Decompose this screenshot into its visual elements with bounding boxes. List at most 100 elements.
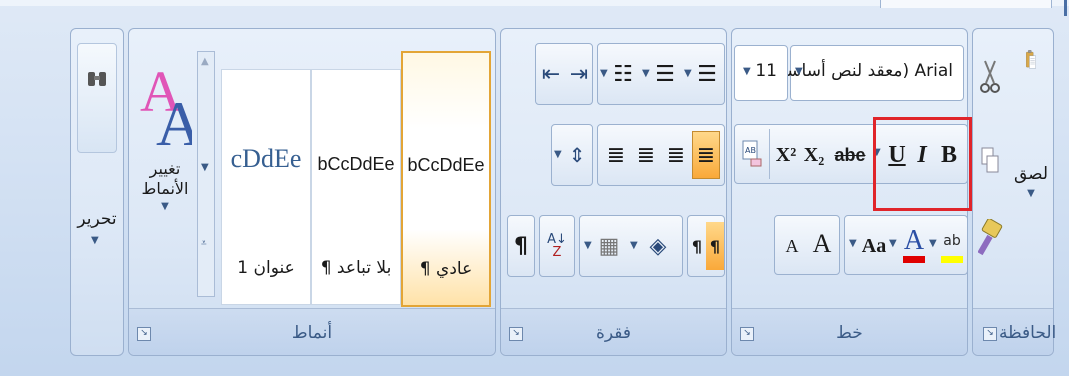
font-name-combo[interactable]: معقد لنص أساسي) Arial ▼ [773, 45, 964, 101]
highlight-button[interactable]: ab [939, 220, 965, 268]
font-footer: خط ↘ [732, 308, 967, 355]
line-spacing-icon[interactable]: ⇕ [564, 133, 590, 177]
decrease-indent-icon[interactable]: ⇤ [538, 52, 564, 96]
borders-dropdown-icon[interactable]: ▼ [584, 240, 592, 251]
align-left-icon[interactable]: ≣ [692, 131, 720, 179]
styles-scrollbar[interactable]: ▲ ▼ ⩡ [197, 51, 215, 297]
shading-icon[interactable]: ◈ [642, 224, 674, 268]
format-painter-icon[interactable] [977, 217, 1005, 261]
change-styles-label: تغيير الأنماط [141, 159, 189, 198]
borders-icon[interactable]: ▦ [594, 224, 624, 268]
case-color-box: ▼ Aa ▼ A ▼ ab [844, 215, 968, 275]
style-sample-no-spacing: bCcDdEe [317, 154, 395, 174]
shrink-font-button[interactable]: A [779, 226, 805, 266]
align-right-icon[interactable]: ≣ [632, 131, 660, 179]
superscript-button[interactable]: X² [773, 135, 799, 175]
window-edge [1064, 0, 1067, 16]
paragraph-footer: فقرة ↘ [501, 308, 726, 355]
styles-launcher-icon[interactable]: ↘ [137, 327, 151, 341]
sort-z-glyph: Z [552, 245, 562, 260]
style-name-normal: ¶ عادي [419, 259, 473, 279]
lists-box: ▼ ☷ ▼ ☰ ▼ ☰ [597, 43, 725, 105]
numbering-icon[interactable]: ☰ [652, 52, 678, 96]
ribbon-top [0, 0, 1069, 8]
case-dropdown-icon[interactable]: ▼ [849, 238, 857, 249]
style-tile-heading1[interactable]: cDdEe عنوان 1 [221, 69, 311, 305]
clear-formatting-icon[interactable]: AB [739, 133, 765, 175]
rtl-direction-icon[interactable]: ¶ [706, 222, 724, 270]
bullets-icon[interactable]: ☰ [694, 52, 720, 96]
font-size-value: 11 [755, 61, 777, 81]
copy-icon[interactable] [977, 141, 1003, 181]
svg-text:AB: AB [745, 146, 756, 155]
find-button[interactable] [77, 43, 117, 153]
font-name-dropdown-icon[interactable]: ▼ [795, 66, 803, 77]
editing-dropdown-icon[interactable]: ▼ [91, 235, 99, 246]
paste-dropdown-icon[interactable]: ▼ [1027, 188, 1035, 199]
paste-label: لصق [1013, 164, 1049, 184]
ltr-direction-icon[interactable]: ¶ [688, 222, 706, 270]
bullets-dropdown-icon[interactable]: ▼ [684, 68, 692, 79]
strikethrough-button[interactable]: abe [831, 135, 869, 175]
sort-icon[interactable]: A↓ Z [542, 224, 572, 268]
show-marks-box: ¶ [507, 215, 535, 277]
change-styles-icon: A A [140, 59, 192, 149]
font-color-dropdown-icon[interactable]: ▼ [889, 238, 897, 249]
style-tile-no-spacing[interactable]: bCcDdEe ¶ بلا تباعد [311, 69, 401, 305]
scroll-up-icon[interactable]: ▲ [201, 56, 209, 67]
change-styles-dropdown-icon[interactable]: ▼ [161, 201, 169, 212]
ribbon-tab-edge [880, 0, 1052, 8]
numbering-dropdown-icon[interactable]: ▼ [642, 68, 650, 79]
styles-group: أنماط ↘ A A تغيير الأنماط ▼ ▲ ▼ ⩡ cDdEe … [128, 28, 496, 356]
binoculars-icon [88, 72, 106, 86]
font-size-combo[interactable]: 11 ▼ [734, 45, 788, 101]
grow-font-button[interactable]: A [807, 222, 837, 266]
indent-box: ⇤ ⇥ [535, 43, 593, 105]
shading-dropdown-icon[interactable]: ▼ [630, 240, 638, 251]
show-formatting-marks-icon[interactable]: ¶ [508, 224, 534, 268]
cut-icon[interactable] [977, 57, 1003, 97]
clipboard-paste-icon [1026, 50, 1036, 69]
multilevel-list-icon[interactable]: ☷ [610, 52, 636, 96]
clipboard-group: الحافظة ↘ لصق ▼ [972, 28, 1057, 356]
styles-group-label: أنماط [291, 323, 333, 343]
change-case-button[interactable]: Aa [859, 226, 889, 266]
ribbon: الحافظة ↘ لصق ▼ خط ↘ معقد لنص أساسي) Ari… [0, 0, 1069, 376]
gallery-more-icon[interactable]: ⩡ [201, 238, 207, 249]
font-color-button[interactable]: A [901, 220, 927, 268]
justify-icon[interactable]: ≣ [602, 131, 630, 179]
style-tile-normal[interactable]: bCcDdEe ¶ عادي [401, 51, 491, 307]
multilevel-list-dropdown-icon[interactable]: ▼ [600, 68, 608, 79]
scroll-down-icon[interactable]: ▼ [201, 162, 209, 173]
font-color-bar [903, 255, 925, 263]
paste-button[interactable]: لصق ▼ [1013, 49, 1049, 199]
font-group-label: خط [836, 323, 863, 343]
highlight-color-bar [941, 255, 963, 263]
borders-shading-box: ▼ ▦ ▼ ◈ [579, 215, 683, 277]
increase-indent-icon[interactable]: ⇥ [566, 52, 592, 96]
style-sample-heading1: cDdEe [230, 144, 302, 173]
paragraph-group-label: فقرة [595, 323, 631, 343]
sort-box: A↓ Z [539, 215, 575, 277]
highlight-glyph: ab [943, 232, 961, 249]
clipboard-footer: الحافظة ↘ [973, 308, 1057, 355]
clipboard-launcher-icon[interactable]: ↘ [983, 327, 997, 341]
font-launcher-icon[interactable]: ↘ [740, 327, 754, 341]
highlight-dropdown-icon[interactable]: ▼ [929, 238, 937, 249]
editing-label: تحرير [77, 209, 117, 229]
paragraph-group: فقرة ↘ ⇤ ⇥ ▼ ☷ ▼ ☰ ▼ ☰ ▼ ⇕ ≣ ≣ ≣ ≣ ¶ A↓ … [500, 28, 727, 356]
styles-footer: أنماط ↘ [129, 308, 495, 355]
style-name-no-spacing: ¶ بلا تباعد [320, 258, 392, 278]
subscript-button[interactable]: X₂ [801, 135, 827, 175]
change-styles-button[interactable]: A A تغيير الأنماط ▼ [135, 49, 195, 289]
line-spacing-dropdown-icon[interactable]: ▼ [554, 149, 562, 160]
paragraph-launcher-icon[interactable]: ↘ [509, 327, 523, 341]
font-color-glyph: A [903, 224, 925, 256]
editing-group: تحرير ▼ [70, 28, 124, 356]
font-size-dropdown-icon[interactable]: ▼ [743, 66, 751, 77]
direction-box: ¶ ¶ [687, 215, 725, 277]
line-spacing-box: ▼ ⇕ [551, 124, 593, 186]
format-separator [769, 129, 770, 179]
align-center-icon[interactable]: ≣ [662, 131, 690, 179]
clipboard-group-label: الحافظة [999, 323, 1057, 343]
